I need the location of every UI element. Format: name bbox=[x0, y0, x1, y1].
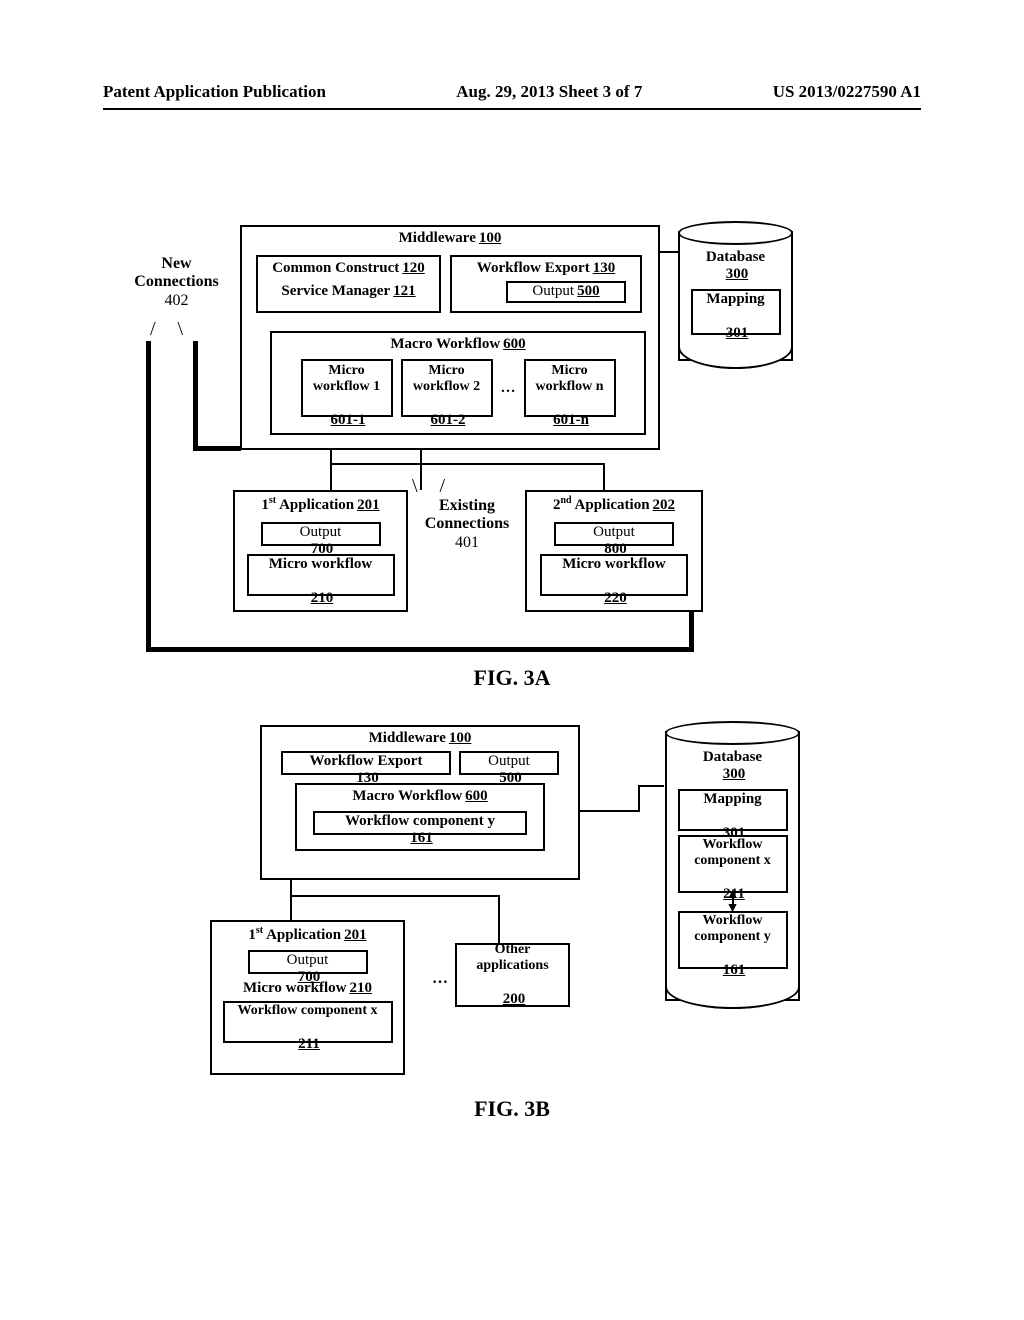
conn-new-right-v bbox=[689, 612, 694, 652]
box-workflow-export: Workflow Export130 Output500 bbox=[450, 255, 642, 313]
ellipsis-apps-b: … bbox=[432, 970, 448, 988]
header-left: Patent Application Publication bbox=[103, 82, 326, 102]
conn-new-bot-h bbox=[146, 647, 694, 652]
ellipsis-micros: … bbox=[501, 380, 516, 397]
db-figA: Database300 Mapping301 bbox=[678, 231, 793, 361]
box-micro-n: Micro workflow n601-n bbox=[524, 359, 616, 417]
conn-mw-db-a bbox=[660, 251, 678, 253]
box-macro-b: Macro Workflow600 Workflow component y16… bbox=[295, 783, 545, 851]
box-common-construct: Common Construct120 Service Manager121 bbox=[256, 255, 441, 313]
box-workflow-export-b: Workflow Export130 bbox=[281, 751, 451, 775]
conn-mw-app1-v bbox=[330, 450, 332, 490]
arrow-up-down: ▲ ▼ bbox=[667, 893, 798, 909]
box-middleware: Middleware100 Common Construct120 Servic… bbox=[240, 225, 660, 450]
box-app1-output: Output700 bbox=[261, 522, 381, 546]
conn-new-mid-v1 bbox=[193, 341, 198, 451]
box-app1-b: 1st Application201 Output700 Micro workf… bbox=[210, 920, 405, 1075]
conn-mw-apps-b-h bbox=[290, 895, 500, 897]
db-figB: Database300 Mapping301 Workflow componen… bbox=[665, 731, 800, 1001]
box-micro-2: Micro workflow 2601-2 bbox=[401, 359, 493, 417]
header-right: US 2013/0227590 A1 bbox=[773, 82, 921, 102]
box-wf-comp-y-mw: Workflow component y161 bbox=[313, 811, 527, 835]
caption-fig-3a: FIG. 3A bbox=[0, 665, 1024, 691]
box-app2-output: Output800 bbox=[554, 522, 674, 546]
conn-new-mid-h bbox=[193, 446, 241, 451]
conn-new-left-v bbox=[146, 341, 151, 651]
box-app1-micro: Micro workflow210 bbox=[247, 554, 395, 596]
conn-mw-other-b-v bbox=[498, 895, 500, 943]
conn-mw-db-b-h1 bbox=[580, 810, 640, 812]
header-center: Aug. 29, 2013 Sheet 3 of 7 bbox=[456, 82, 642, 102]
figure-3a: New Connections 402 / \ Middleware100 Co… bbox=[130, 215, 910, 665]
box-app1-output-b: Output700 bbox=[248, 950, 368, 974]
box-mapping-b: Mapping301 bbox=[678, 789, 788, 831]
box-app1-wf-x: Workflow component x211 bbox=[223, 1001, 393, 1043]
box-output-mw-b: Output500 bbox=[459, 751, 559, 775]
box-output-mw: Output500 bbox=[506, 281, 626, 303]
box-macro-workflow: Macro Workflow600 Micro workflow 1601-1 … bbox=[270, 331, 646, 435]
box-mapping-a: Mapping301 bbox=[691, 289, 781, 335]
conn-mw-apps-h bbox=[330, 463, 605, 465]
slash-existing: \ / bbox=[412, 475, 449, 498]
box-db-wf-x: Workflow component x211 bbox=[678, 835, 788, 893]
slash-new-conn: / \ bbox=[150, 318, 187, 341]
box-other-apps: Other applications200 bbox=[455, 943, 570, 1007]
conn-mw-app1-b-v bbox=[290, 880, 292, 920]
box-app1-a: 1st Application201 Output700 Micro workf… bbox=[233, 490, 408, 612]
label-new-connections: New Connections 402 bbox=[124, 255, 229, 310]
box-app2-a: 2nd Application202 Output800 Micro workf… bbox=[525, 490, 703, 612]
conn-mw-db-b-h2 bbox=[638, 785, 664, 787]
box-middleware-b: Middleware100 Workflow Export130 Output5… bbox=[260, 725, 580, 880]
page-header: Patent Application Publication Aug. 29, … bbox=[103, 82, 921, 110]
caption-fig-3b: FIG. 3B bbox=[0, 1096, 1024, 1122]
figure-3b: Middleware100 Workflow Export130 Output5… bbox=[160, 715, 900, 1105]
label-existing-connections: Existing Connections 401 bbox=[412, 497, 522, 552]
box-db-wf-y: Workflow component y161 bbox=[678, 911, 788, 969]
box-app2-micro: Micro workflow220 bbox=[540, 554, 688, 596]
conn-mw-app2-v bbox=[603, 463, 605, 490]
box-micro-1: Micro workflow 1601-1 bbox=[301, 359, 393, 417]
conn-mw-db-b-v bbox=[638, 785, 640, 812]
